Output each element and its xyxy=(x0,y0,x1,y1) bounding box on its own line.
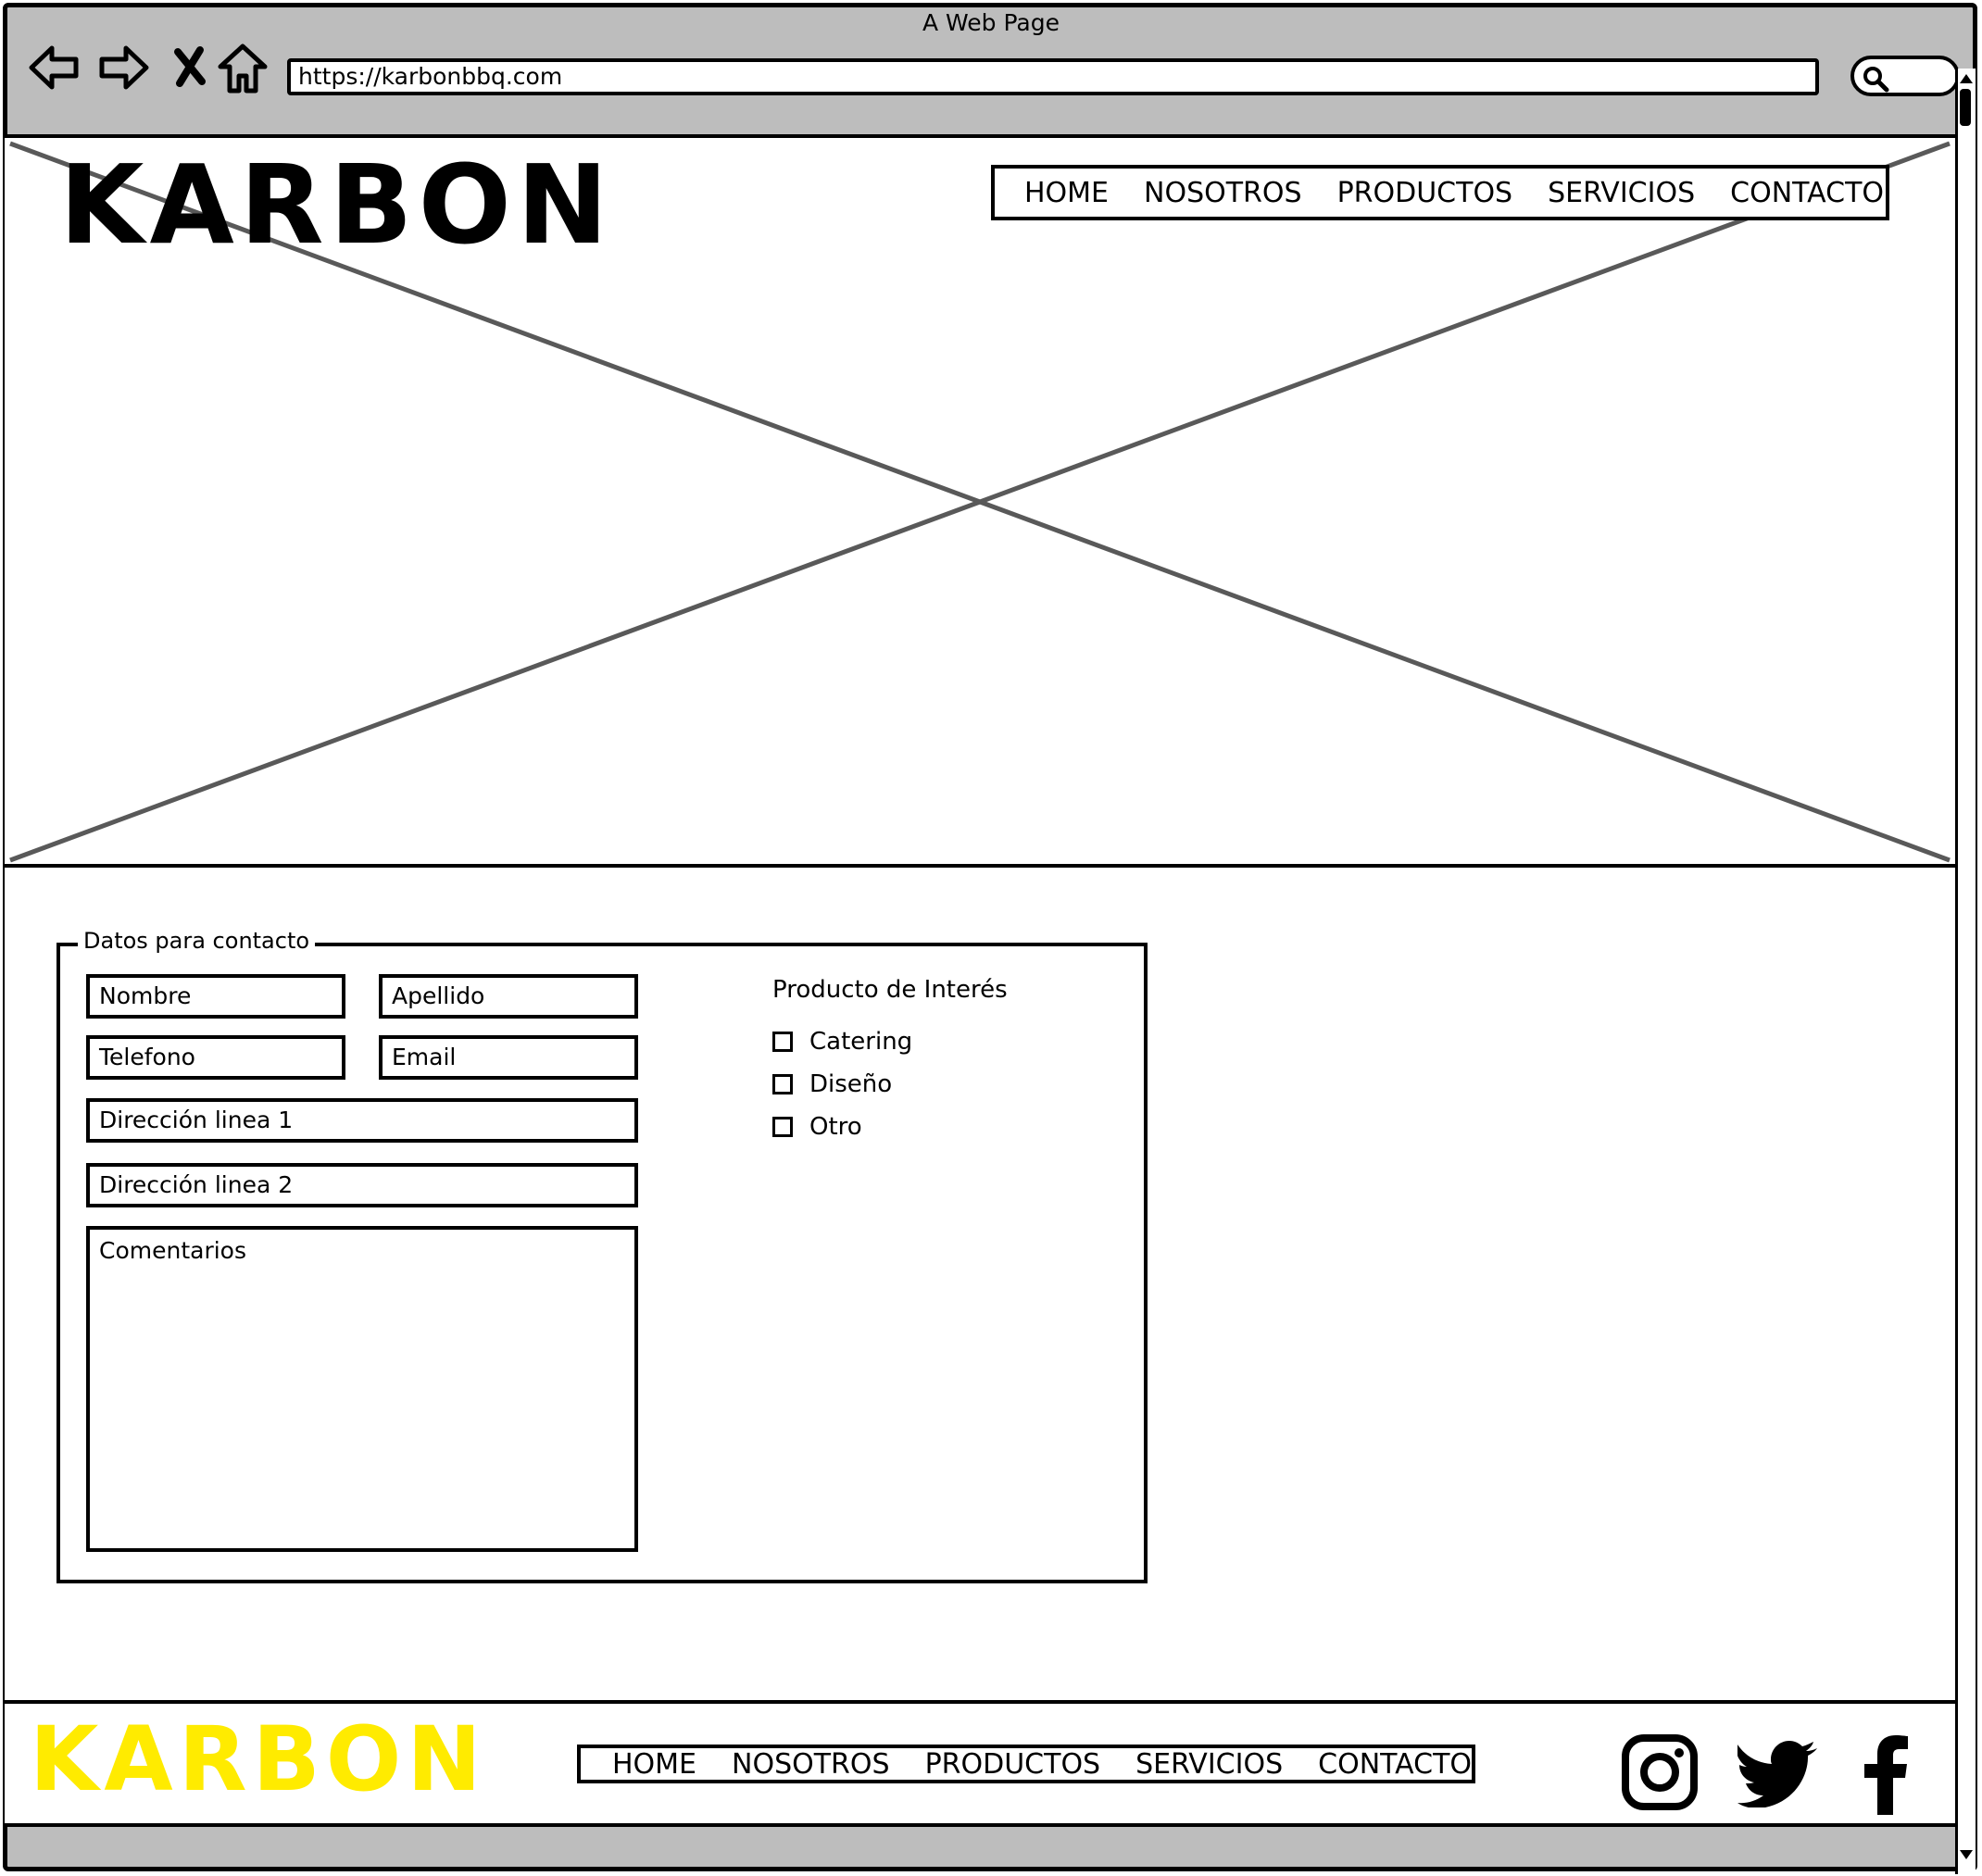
telefono-field[interactable]: Telefono xyxy=(86,1035,345,1080)
window-title: A Web Page xyxy=(922,9,1060,36)
footer-nav-productos[interactable]: PRODUCTOS xyxy=(925,1748,1101,1781)
checkbox[interactable] xyxy=(772,1032,793,1052)
facebook-icon[interactable] xyxy=(1862,1733,1910,1815)
search-icon xyxy=(1863,67,1889,93)
scroll-thumb[interactable] xyxy=(1960,89,1971,126)
scroll-down-icon[interactable] xyxy=(1956,1843,1976,1870)
nav-item-productos[interactable]: PRODUCTOS xyxy=(1337,177,1513,209)
footer-divider xyxy=(5,1700,1955,1704)
nav-item-contacto[interactable]: CONTACTO xyxy=(1730,177,1884,209)
twitter-icon[interactable] xyxy=(1737,1741,1819,1807)
nav-item-nosotros[interactable]: NOSOTROS xyxy=(1144,177,1302,209)
interest-option-diseno[interactable]: Diseño xyxy=(772,1070,892,1098)
header-nav: HOME NOSOTROS PRODUCTOS SERVICIOS CONTAC… xyxy=(991,165,1889,220)
vertical-scrollbar[interactable] xyxy=(1955,69,1976,1874)
checkbox-label: Diseño xyxy=(809,1070,893,1098)
checkbox[interactable] xyxy=(772,1074,793,1094)
interest-option-otro[interactable]: Otro xyxy=(772,1113,862,1141)
nav-item-servicios[interactable]: SERVICIOS xyxy=(1548,177,1695,209)
address-bar[interactable]: https://karbonbbq.com xyxy=(287,58,1819,95)
close-icon[interactable] xyxy=(167,39,222,96)
comentarios-textarea[interactable]: Comentarios xyxy=(86,1226,638,1552)
nav-item-home[interactable]: HOME xyxy=(1024,177,1109,209)
footer-nav-contacto[interactable]: CONTACTO xyxy=(1318,1748,1472,1781)
footer-logo[interactable]: KARBON xyxy=(30,1715,487,1804)
back-arrow-icon[interactable] xyxy=(26,39,82,96)
email-field[interactable]: Email xyxy=(379,1035,638,1080)
interest-title: Producto de Interés xyxy=(772,976,1008,1004)
browser-search[interactable] xyxy=(1850,56,1960,96)
nombre-field[interactable]: Nombre xyxy=(86,974,345,1019)
direccion1-field[interactable]: Dirección linea 1 xyxy=(86,1098,638,1143)
checkbox[interactable] xyxy=(772,1117,793,1137)
direccion2-field[interactable]: Dirección linea 2 xyxy=(86,1163,638,1207)
checkbox-label: Otro xyxy=(809,1113,862,1141)
karbon-logo[interactable]: KARBON xyxy=(59,150,614,259)
footer-nav-home[interactable]: HOME xyxy=(612,1748,696,1781)
apellido-field[interactable]: Apellido xyxy=(379,974,638,1019)
home-icon[interactable] xyxy=(215,39,270,96)
instagram-icon[interactable] xyxy=(1621,1733,1699,1811)
checkbox-label: Catering xyxy=(809,1028,913,1056)
fieldset-legend: Datos para contacto xyxy=(78,928,316,954)
footer-nav-servicios[interactable]: SERVICIOS xyxy=(1135,1748,1283,1781)
forward-arrow-icon[interactable] xyxy=(96,39,152,96)
footer-nav-nosotros[interactable]: NOSOTROS xyxy=(732,1748,890,1781)
footer-nav: HOME NOSOTROS PRODUCTOS SERVICIOS CONTAC… xyxy=(577,1745,1475,1783)
interest-option-catering[interactable]: Catering xyxy=(772,1028,912,1056)
